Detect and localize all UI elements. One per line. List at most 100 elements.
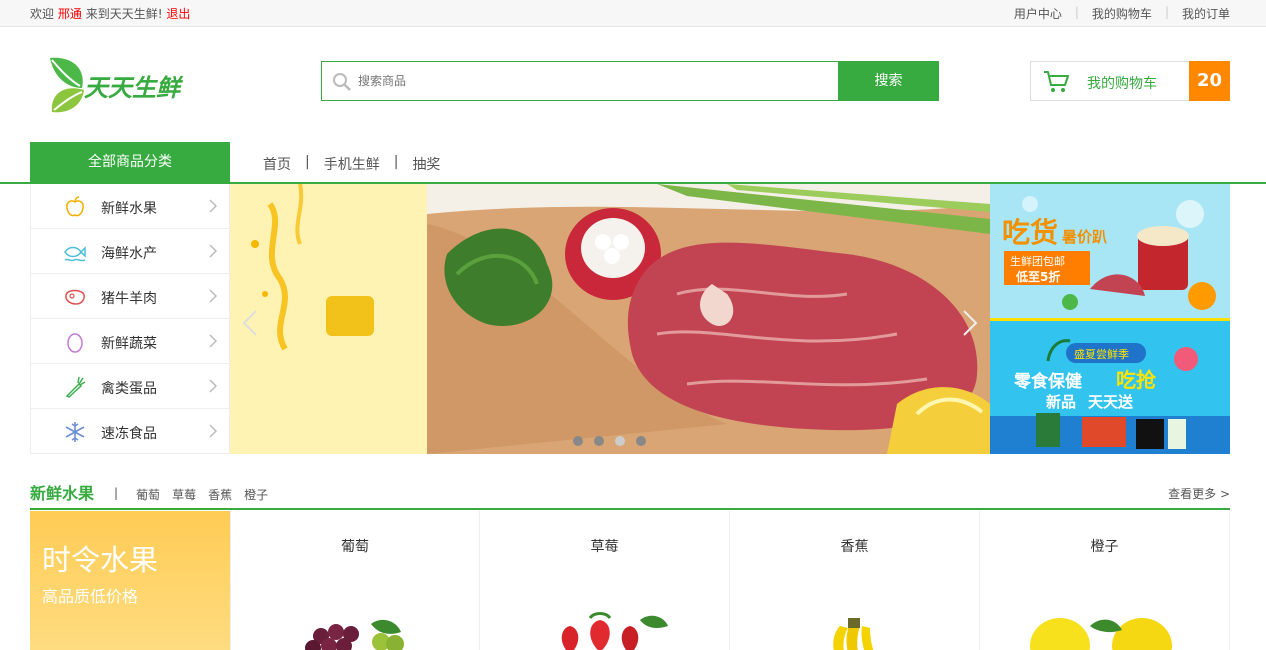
promo-title: 时令水果 — [42, 543, 159, 577]
chevron-right-icon — [209, 379, 217, 393]
brand-name: 天天生鲜 — [84, 74, 180, 102]
logout-link[interactable]: 退出 — [166, 7, 190, 21]
category-list: 新鲜水果 海鲜水产 猪牛羊肉 新鲜蔬菜 禽类蛋品 速冻食品 — [30, 184, 230, 454]
banana-image — [833, 618, 874, 650]
chevron-right-icon — [209, 199, 217, 213]
nav-divider: | — [393, 154, 399, 170]
category-item-poultry-eggs[interactable]: 禽类蛋品 — [31, 364, 229, 409]
nav-home[interactable]: 首页 — [263, 154, 291, 174]
nav-mobile-fresh[interactable]: 手机生鲜 — [324, 154, 380, 174]
meat-icon — [65, 289, 85, 305]
category-item-meat[interactable]: 猪牛羊肉 — [31, 274, 229, 319]
chevron-right-icon — [209, 334, 217, 348]
product-name: 草莓 — [590, 539, 619, 555]
search-button[interactable]: 搜索 — [838, 61, 939, 101]
category-item-vegetables[interactable]: 新鲜蔬菜 — [31, 319, 229, 364]
carrot-icon — [65, 376, 86, 398]
welcome-suffix: 来到天天生鲜! — [85, 7, 163, 21]
banner-next-arrow-icon[interactable] — [962, 309, 978, 337]
product-name: 橙子 — [1090, 539, 1119, 555]
juice-splash-image — [251, 184, 374, 351]
cart-button[interactable]: 我的购物车 20 — [1030, 61, 1230, 101]
product-name: 葡萄 — [341, 539, 369, 555]
shopping-cart-icon — [1044, 71, 1069, 92]
cart-label: 我的购物车 — [1087, 76, 1157, 92]
ad2-text3: 吃抢 — [1116, 368, 1157, 392]
sublink-orange[interactable]: 橙子 — [244, 486, 268, 503]
ad2-text2: 新品 — [1046, 393, 1076, 411]
category-label: 速冻食品 — [101, 426, 157, 442]
chevron-right-icon — [209, 289, 217, 303]
my-orders-link[interactable]: 我的订单 — [1182, 5, 1230, 22]
product-grid: 葡萄 草莓 香蕉 橙子 — [230, 511, 1230, 650]
nav-links: 首页 | 手机生鲜 | 抽奖 — [263, 154, 440, 174]
product-card-orange[interactable]: 橙子 — [980, 511, 1230, 650]
search-icon — [333, 73, 351, 91]
top-bar: 欢迎 邢通 来到天天生鲜! 退出 用户中心 | 我的购物车 | 我的订单 — [0, 0, 1266, 27]
site-logo[interactable]: 天天生鲜 — [46, 54, 206, 116]
chevron-right-icon — [209, 244, 217, 258]
summer-ad-image: 盛夏尝鲜季 零食保健 吃抢 新品 天天送 — [990, 321, 1230, 454]
strawberry-image — [561, 612, 668, 650]
category-label: 猪牛羊肉 — [101, 291, 157, 307]
banner-steak-image — [427, 184, 990, 454]
snowflake-icon — [65, 422, 85, 442]
banner-dot-4[interactable] — [636, 436, 646, 446]
egg-icon — [67, 333, 83, 353]
section-title: 新鲜水果 — [30, 484, 95, 503]
apple-icon — [66, 196, 84, 217]
product-card-strawberry[interactable]: 草莓 — [480, 511, 730, 650]
sublink-grapes[interactable]: 葡萄 — [136, 486, 160, 503]
top-links: 用户中心 | 我的购物车 | 我的订单 — [1014, 5, 1230, 22]
banner-pagination — [573, 436, 657, 446]
nav-lottery[interactable]: 抽奖 — [412, 154, 440, 174]
product-name: 香蕉 — [840, 539, 869, 555]
main-nav: 全部商品分类 首页 | 手机生鲜 | 抽奖 — [0, 142, 1266, 184]
category-item-seafood[interactable]: 海鲜水产 — [31, 229, 229, 274]
sublink-banana[interactable]: 香蕉 — [208, 486, 232, 503]
banner-prev-arrow-icon[interactable] — [242, 309, 258, 337]
search-box: 搜索 — [321, 61, 939, 101]
section-sublinks: | 葡萄 草莓 香蕉 橙子 — [114, 486, 280, 503]
my-cart-link[interactable]: 我的购物车 — [1092, 5, 1152, 22]
search-input[interactable] — [358, 63, 838, 99]
side-ad-foodie-sale[interactable]: 吃货 暑价趴 生鲜团包邮 低至5折 — [990, 184, 1230, 318]
product-card-banana[interactable]: 香蕉 — [730, 511, 980, 650]
top-divider: | — [1074, 5, 1079, 19]
banner-dot-2[interactable] — [594, 436, 604, 446]
username[interactable]: 邢通 — [58, 7, 82, 21]
ad2-text1: 零食保健 — [1013, 371, 1082, 392]
sublink-strawberry[interactable]: 草莓 — [172, 486, 196, 503]
foodie-ad-image: 吃货 暑价趴 生鲜团包邮 低至5折 — [990, 184, 1230, 318]
user-center-link[interactable]: 用户中心 — [1014, 5, 1062, 22]
grapes-image — [305, 619, 404, 650]
ad2-title: 盛夏尝鲜季 — [1074, 347, 1129, 361]
category-label: 海鲜水产 — [101, 246, 157, 262]
banner-carousel[interactable] — [230, 184, 990, 454]
seafood-icon — [64, 246, 86, 262]
fruits-section-header: 新鲜水果 | 葡萄 草莓 香蕉 橙子 查看更多 > — [30, 478, 1230, 510]
ad1-text2: 低至5折 — [1015, 269, 1060, 284]
ad1-subtitle: 暑价趴 — [1062, 228, 1107, 246]
category-item-fruits[interactable]: 新鲜水果 — [31, 184, 229, 229]
banner-dot-1[interactable] — [573, 436, 583, 446]
section-divider: | — [114, 486, 119, 500]
category-label: 禽类蛋品 — [101, 381, 157, 397]
view-more-link[interactable]: 查看更多 > — [1168, 485, 1230, 502]
banner-dot-3[interactable] — [615, 436, 625, 446]
seasonal-fruit-promo[interactable]: 时令水果 高品质低价格 — [30, 511, 230, 650]
side-ad-summer-snacks[interactable]: 盛夏尝鲜季 零食保健 吃抢 新品 天天送 — [990, 321, 1230, 454]
category-item-frozen[interactable]: 速冻食品 — [31, 409, 229, 454]
cart-count-badge: 20 — [1189, 61, 1230, 101]
ad1-text1: 生鲜团包邮 — [1010, 254, 1065, 268]
top-divider: | — [1164, 5, 1169, 19]
category-label: 新鲜水果 — [101, 201, 157, 217]
product-card-grapes[interactable]: 葡萄 — [230, 511, 480, 650]
category-label: 新鲜蔬菜 — [101, 336, 157, 352]
chevron-right-icon — [209, 424, 217, 438]
promo-subtitle: 高品质低价格 — [42, 587, 139, 606]
banner-juice-image — [230, 184, 427, 454]
nav-divider: | — [305, 154, 310, 170]
welcome-message: 欢迎 邢通 来到天天生鲜! 退出 — [30, 5, 190, 22]
all-categories-button[interactable]: 全部商品分类 — [30, 142, 230, 183]
